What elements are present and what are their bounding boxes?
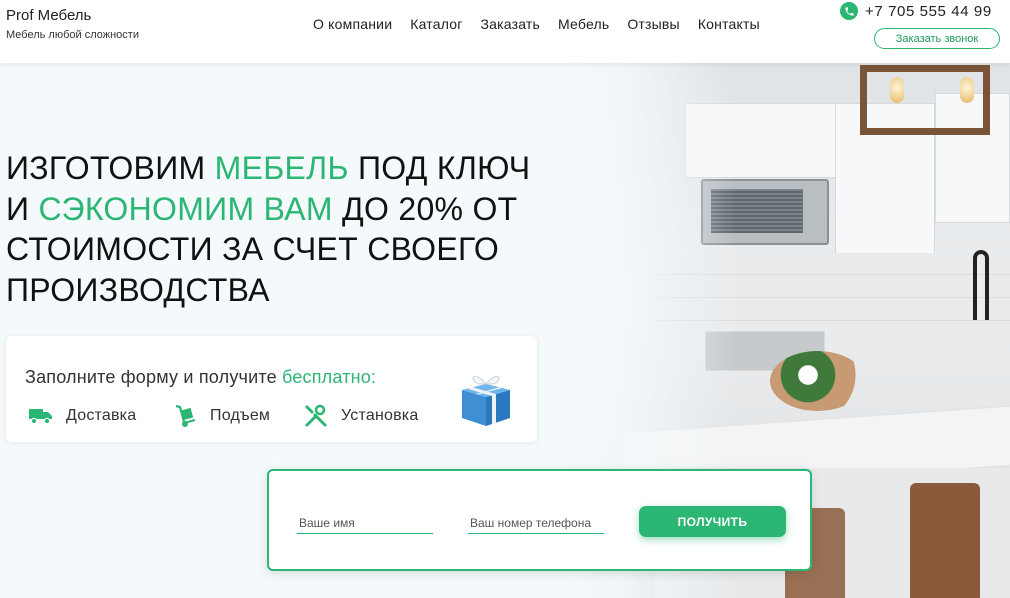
headline-accent: сэкономим вам bbox=[38, 190, 333, 227]
logo-subtitle: Мебель любой сложности bbox=[6, 29, 139, 41]
nav-link-about[interactable]: О компании bbox=[313, 16, 392, 32]
hero-headline: Изготовим мебель под ключ и сэкономим ва… bbox=[6, 148, 566, 310]
site-header: Prof Мебель Мебель любой сложности О ком… bbox=[0, 0, 1010, 63]
offer-title: Заполните форму и получите бесплатно: bbox=[25, 367, 376, 388]
lamp-bulb bbox=[890, 77, 904, 103]
tools-icon bbox=[303, 404, 329, 428]
headline-text: производства bbox=[6, 271, 270, 308]
phone-input[interactable] bbox=[468, 508, 604, 534]
headline-text: стоимости за счет своего bbox=[6, 231, 500, 267]
headline-accent: мебель bbox=[214, 150, 349, 186]
bar-stool bbox=[910, 483, 980, 598]
phone-number[interactable]: +7 705 555 44 99 bbox=[865, 3, 992, 20]
request-call-button[interactable]: Заказать звонок bbox=[874, 28, 1000, 49]
main-nav: О компании Каталог Заказать Мебель Отзыв… bbox=[313, 16, 778, 32]
offer-title-text: Заполните форму и получите bbox=[25, 367, 283, 387]
faucet bbox=[973, 250, 989, 320]
truck-icon bbox=[28, 404, 54, 428]
logo-title[interactable]: Prof Мебель bbox=[6, 7, 91, 24]
nav-link-reviews[interactable]: Отзывы bbox=[627, 16, 679, 32]
perk-label: Установка bbox=[341, 407, 419, 424]
perk-delivery: Доставка bbox=[28, 404, 136, 428]
hand-truck-icon bbox=[172, 404, 198, 428]
whatsapp-icon bbox=[840, 2, 858, 20]
headline-text: Изготовим bbox=[6, 150, 215, 186]
perk-label: Подъем bbox=[210, 407, 271, 424]
nav-link-order[interactable]: Заказать bbox=[481, 16, 541, 32]
perk-label: Доставка bbox=[66, 407, 137, 424]
flower-bouquet bbox=[770, 351, 865, 411]
gift-box-icon bbox=[456, 366, 514, 428]
headline-text: до 20% от bbox=[332, 190, 518, 227]
lead-form: ПОЛУЧИТЬ bbox=[267, 469, 812, 571]
free-services-card: Заполните форму и получите бесплатно: До… bbox=[6, 336, 537, 442]
submit-button[interactable]: ПОЛУЧИТЬ bbox=[639, 506, 786, 537]
perk-installation: Установка bbox=[303, 404, 418, 428]
headline-text: и bbox=[6, 190, 39, 227]
phone-contact[interactable]: +7 705 555 44 99 bbox=[840, 2, 992, 20]
nav-link-contacts[interactable]: Контакты bbox=[698, 16, 760, 32]
headline-text: под ключ bbox=[348, 150, 531, 186]
name-input[interactable] bbox=[297, 508, 433, 534]
nav-link-furniture[interactable]: Мебель bbox=[558, 16, 609, 32]
perk-lifting: Подъем bbox=[172, 404, 270, 428]
offer-title-accent: бесплатно: bbox=[282, 367, 377, 387]
lamp-bulb bbox=[960, 77, 974, 103]
nav-link-catalog[interactable]: Каталог bbox=[410, 16, 462, 32]
